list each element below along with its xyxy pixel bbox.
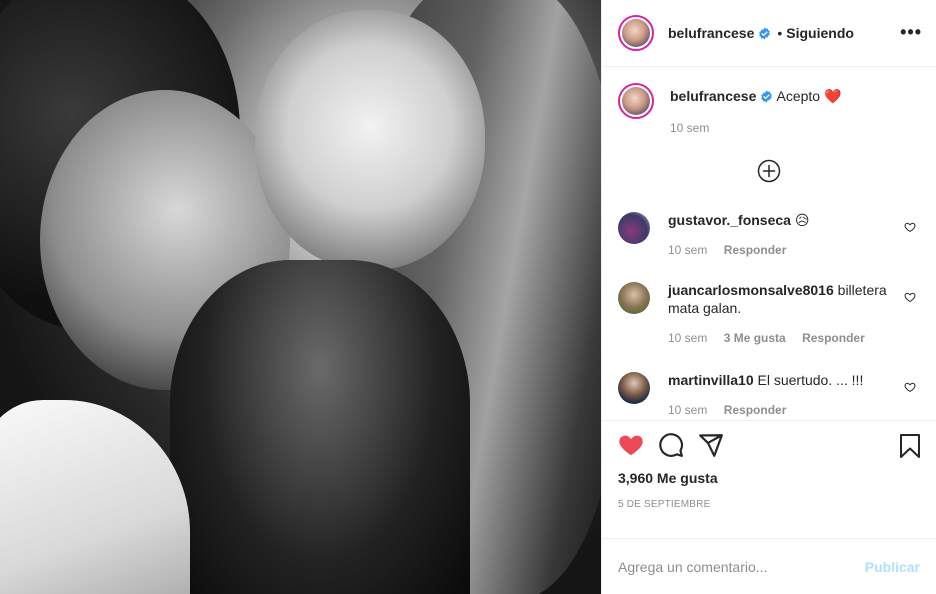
comment-age[interactable]: 10 sem	[668, 403, 707, 417]
comment-row: juancarlosmonsalve8016 billetera mata ga…	[618, 281, 920, 347]
post-caption: belufrancese Acepto ❤️ 10 sem	[618, 83, 920, 137]
commenter-avatar[interactable]	[618, 372, 650, 404]
publish-button[interactable]: Publicar	[865, 559, 920, 575]
load-more-comments[interactable]	[618, 159, 920, 183]
author-username[interactable]: belufrancese	[668, 25, 754, 41]
like-count[interactable]: 3,960 Me gusta	[602, 469, 936, 487]
author-avatar[interactable]	[618, 15, 654, 51]
post-actions: 3,960 Me gusta 5 de septiembre Publicar	[602, 420, 936, 594]
caption-meta: 10 sem	[670, 119, 894, 137]
comment-row: martinvilla10 El suertudo. ... !!! 10 se…	[618, 371, 920, 419]
caption-body: belufrancese Acepto ❤️ 10 sem	[670, 87, 920, 137]
following-button[interactable]: Siguiendo	[786, 25, 854, 41]
comment-meta: 10 sem Responder	[668, 401, 894, 419]
commenter-avatar[interactable]	[618, 282, 650, 314]
red-heart-emoji: ❤️	[823, 88, 842, 104]
author-line: belufrancese • Siguiendo	[668, 25, 854, 41]
comment-row: gustavor._fonseca 😥 10 sem Responder	[618, 211, 920, 259]
heart-filled-icon[interactable]	[618, 432, 644, 458]
caption-username[interactable]: belufrancese	[670, 88, 756, 104]
comment-input[interactable]	[618, 558, 865, 575]
comment-likes[interactable]: 3 Me gusta	[724, 331, 786, 345]
caption-age[interactable]: 10 sem	[670, 121, 709, 135]
bookmark-icon[interactable]	[898, 433, 922, 459]
header-separator: •	[777, 25, 783, 41]
photo-shape	[0, 400, 190, 594]
more-options-icon[interactable]: •••	[900, 22, 922, 43]
reply-button[interactable]: Responder	[802, 331, 865, 345]
comment-text: El suertudo. ... !!!	[757, 372, 864, 388]
caption-avatar[interactable]	[618, 83, 654, 119]
verified-badge-icon	[759, 27, 771, 39]
heart-outline-icon[interactable]	[904, 291, 916, 303]
post-photo[interactable]	[0, 0, 601, 594]
add-comment-bar: Publicar	[602, 538, 936, 594]
comment-meta: 10 sem 3 Me gusta Responder	[668, 329, 894, 347]
heart-outline-icon[interactable]	[904, 381, 916, 393]
caption-text: Acepto	[776, 88, 821, 104]
comment-text: 😥	[794, 212, 810, 228]
comment-bubble-icon[interactable]	[658, 432, 684, 458]
comment-age[interactable]: 10 sem	[668, 243, 707, 257]
commenter-username[interactable]: gustavor._fonseca	[668, 212, 791, 228]
commenter-username[interactable]: martinvilla10	[668, 372, 754, 388]
action-icons	[602, 421, 936, 469]
photo-shape	[255, 10, 485, 270]
paper-plane-icon[interactable]	[698, 432, 724, 458]
reply-button[interactable]: Responder	[724, 403, 787, 417]
commenter-username[interactable]: juancarlosmonsalve8016	[668, 282, 834, 298]
comment-age[interactable]: 10 sem	[668, 331, 707, 345]
post-date[interactable]: 5 de septiembre	[602, 499, 936, 510]
heart-outline-icon[interactable]	[904, 221, 916, 233]
post-header: belufrancese • Siguiendo •••	[602, 0, 936, 67]
instagram-post: belufrancese • Siguiendo ••• belufrances…	[0, 0, 936, 594]
photo-shape	[170, 260, 470, 594]
post-sidebar: belufrancese • Siguiendo ••• belufrances…	[601, 0, 936, 594]
commenter-avatar[interactable]	[618, 212, 650, 244]
plus-circle-icon[interactable]	[757, 159, 781, 183]
comment-meta: 10 sem Responder	[668, 241, 894, 259]
verified-badge-icon	[761, 90, 773, 103]
reply-button[interactable]: Responder	[724, 243, 787, 257]
